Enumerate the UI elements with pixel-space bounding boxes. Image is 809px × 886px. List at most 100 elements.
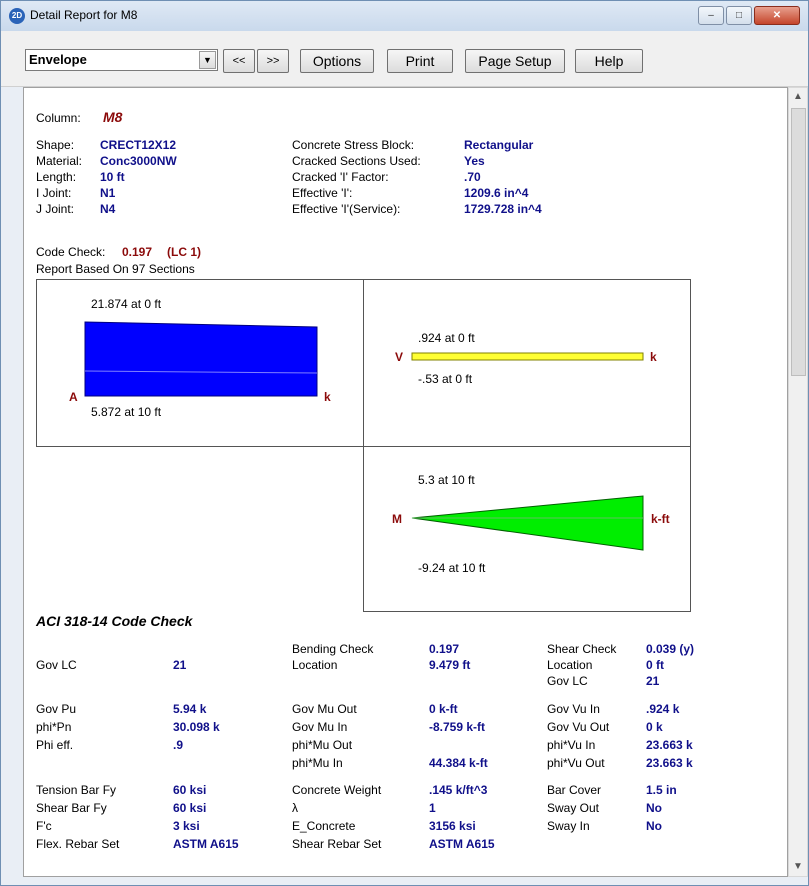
cc3-label: Gov LC bbox=[547, 674, 588, 688]
page-setup-button[interactable]: Page Setup bbox=[465, 49, 565, 73]
axial-max-text: 21.874 at 0 ft bbox=[91, 297, 162, 311]
shear-max-text: .924 at 0 ft bbox=[418, 331, 475, 345]
cc3-value: No bbox=[646, 819, 662, 833]
cc2-label: Bending Check bbox=[292, 642, 374, 656]
cc2-label: Location bbox=[292, 658, 338, 672]
cc2-label: phi*Mu Out bbox=[292, 738, 353, 752]
cracked-sections-value: Yes bbox=[464, 154, 485, 168]
cc3-label: phi*Vu In bbox=[547, 738, 596, 752]
toolbar: Envelope ▼ << >> Options Print Page Setu… bbox=[1, 31, 808, 87]
cracked-sections-label: Cracked Sections Used: bbox=[292, 154, 421, 168]
cc3-label: Gov Vu Out bbox=[547, 720, 610, 734]
cc1-label: phi*Pn bbox=[36, 720, 72, 734]
report-content: Column: M8 Shape: CRECT12X12 Material: C… bbox=[23, 87, 788, 877]
axial-min-text: 5.872 at 10 ft bbox=[91, 405, 162, 419]
shape-label: Shape: bbox=[36, 138, 75, 152]
cc1-label: Shear Bar Fy bbox=[36, 801, 107, 815]
cc1-label: Phi eff. bbox=[36, 738, 74, 752]
moment-diagram-panel: 5.3 at 10 ft -9.24 at 10 ft M k-ft bbox=[363, 446, 691, 612]
moment-fill bbox=[411, 495, 644, 551]
cc3-label: Sway In bbox=[547, 819, 590, 833]
cc1-label: Tension Bar Fy bbox=[36, 783, 117, 797]
cc1-value: 21 bbox=[173, 658, 187, 672]
cc2-label: Gov Mu Out bbox=[292, 702, 357, 716]
detail-report-window: 2D Detail Report for M8 – □ ✕ Envelope ▼… bbox=[0, 0, 809, 886]
j-joint-label: J Joint: bbox=[36, 202, 75, 216]
cc2-label: Concrete Weight bbox=[292, 783, 382, 797]
cc2-value: 0 k-ft bbox=[429, 702, 458, 716]
scroll-down-icon[interactable]: ▼ bbox=[789, 858, 807, 876]
print-button[interactable]: Print bbox=[387, 49, 453, 73]
chevron-down-icon[interactable]: ▼ bbox=[199, 51, 216, 69]
moment-diagram bbox=[411, 495, 644, 551]
length-label: Length: bbox=[36, 170, 77, 184]
code-check-value: 0.197 bbox=[122, 245, 153, 259]
axial-axis-label: A bbox=[69, 390, 78, 404]
cc3-value: 21 bbox=[646, 674, 660, 688]
cc3-value: 0 ft bbox=[646, 658, 664, 672]
cc2-label: Shear Rebar Set bbox=[292, 837, 382, 851]
cc2-value: 0.197 bbox=[429, 642, 460, 656]
stress-block-label: Concrete Stress Block: bbox=[292, 138, 415, 152]
maximize-button[interactable]: □ bbox=[726, 6, 752, 25]
length-value: 10 ft bbox=[100, 170, 125, 184]
previous-member-button[interactable]: << bbox=[223, 49, 255, 73]
cc1-value: 60 ksi bbox=[173, 783, 207, 797]
sections-note: Report Based On 97 Sections bbox=[36, 262, 195, 276]
cc2-value: .145 k/ft^3 bbox=[429, 783, 488, 797]
cc2-label: Gov Mu In bbox=[292, 720, 348, 734]
title-bar[interactable]: 2D Detail Report for M8 – □ ✕ bbox=[1, 1, 808, 31]
effective-i-service-label: Effective 'I'(Service): bbox=[292, 202, 401, 216]
result-type-value: Envelope bbox=[29, 52, 87, 67]
code-check-lc: (LC 1) bbox=[167, 245, 201, 259]
axial-diagram-panel: 21.874 at 0 ft 5.872 at 10 ft A k bbox=[36, 279, 364, 447]
cc2-value: ASTM A615 bbox=[429, 837, 495, 851]
axial-unit: k bbox=[324, 390, 331, 404]
i-joint-value: N1 bbox=[100, 186, 116, 200]
close-button[interactable]: ✕ bbox=[754, 6, 800, 25]
app-icon: 2D bbox=[9, 8, 25, 24]
help-button[interactable]: Help bbox=[575, 49, 643, 73]
cc1-label: Flex. Rebar Set bbox=[36, 837, 120, 851]
cc2-value: 3156 ksi bbox=[429, 819, 476, 833]
cc2-value: 9.479 ft bbox=[429, 658, 471, 672]
material-label: Material: bbox=[36, 154, 83, 168]
cc1-label: F'c bbox=[36, 819, 52, 833]
cc2-label: phi*Mu In bbox=[292, 756, 343, 770]
shear-min-text: -.53 at 0 ft bbox=[418, 372, 473, 386]
next-member-button[interactable]: >> bbox=[257, 49, 289, 73]
code-check-title: ACI 318-14 Code Check bbox=[36, 613, 193, 629]
stress-block-value: Rectangular bbox=[464, 138, 534, 152]
cracked-factor-value: .70 bbox=[464, 170, 481, 184]
cc3-label: Sway Out bbox=[547, 801, 600, 815]
effective-i-label: Effective 'I': bbox=[292, 186, 353, 200]
moment-min-text: -9.24 at 10 ft bbox=[418, 561, 486, 575]
window-title: Detail Report for M8 bbox=[30, 8, 138, 22]
vertical-scrollbar[interactable]: ▲ ▼ bbox=[788, 87, 808, 877]
moment-unit: k-ft bbox=[651, 512, 670, 526]
cc1-value: 3 ksi bbox=[173, 819, 200, 833]
cc2-value: -8.759 k-ft bbox=[429, 720, 486, 734]
column-label: Column: bbox=[36, 111, 81, 125]
effective-i-value: 1209.6 in^4 bbox=[464, 186, 529, 200]
cc3-value: 1.5 in bbox=[646, 783, 677, 797]
cc3-label: Bar Cover bbox=[547, 783, 602, 797]
cc3-value: 23.663 k bbox=[646, 738, 693, 752]
shear-diagram bbox=[411, 352, 644, 361]
shear-diagram-panel: .924 at 0 ft -.53 at 0 ft V k bbox=[363, 279, 691, 447]
scroll-thumb[interactable] bbox=[791, 108, 806, 376]
shear-force-fill bbox=[411, 352, 644, 361]
cc2-value: 1 bbox=[429, 801, 436, 815]
scroll-up-icon[interactable]: ▲ bbox=[789, 88, 807, 106]
minimize-button[interactable]: – bbox=[698, 6, 724, 25]
cc1-value: 60 ksi bbox=[173, 801, 207, 815]
cc3-label: Shear Check bbox=[547, 642, 617, 656]
cc3-label: Location bbox=[547, 658, 593, 672]
result-type-select[interactable]: Envelope ▼ bbox=[25, 49, 218, 71]
shear-unit: k bbox=[650, 350, 657, 364]
cc1-label: Gov LC bbox=[36, 658, 77, 672]
options-button[interactable]: Options bbox=[300, 49, 374, 73]
cc3-value: 23.663 k bbox=[646, 756, 693, 770]
cc1-label: Gov Pu bbox=[36, 702, 77, 716]
material-value: Conc3000NW bbox=[100, 154, 177, 168]
